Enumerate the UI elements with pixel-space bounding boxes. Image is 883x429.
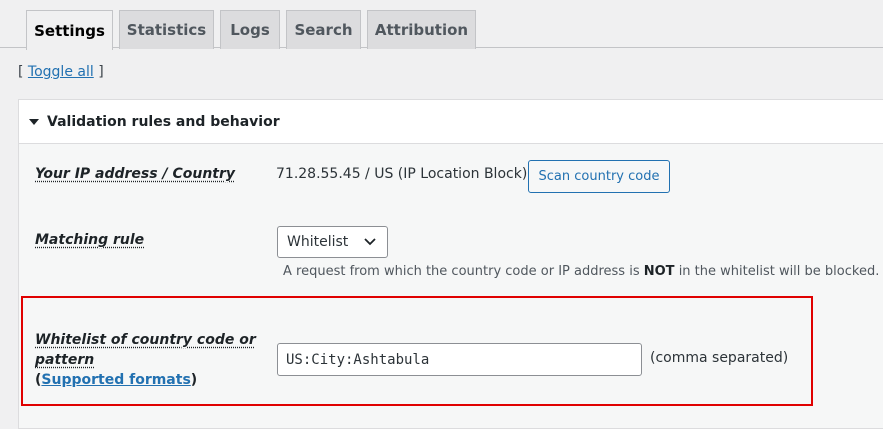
bracket-close: ] xyxy=(98,64,104,80)
tab-bar: Settings Statistics Logs Search Attribut… xyxy=(0,0,883,50)
chevron-down-icon xyxy=(364,238,376,246)
section-title: Validation rules and behavior xyxy=(47,113,280,130)
matching-rule-label: Matching rule xyxy=(35,232,145,248)
whitelist-label-block: Whitelist of country code or pattern (Su… xyxy=(35,330,265,390)
tab-search[interactable]: Search xyxy=(286,10,361,49)
comma-separated-hint: (comma separated) xyxy=(650,350,789,366)
matching-rule-select[interactable]: Whitelist xyxy=(277,226,388,258)
toggle-all-link[interactable]: Toggle all xyxy=(28,64,94,80)
whitelist-label: Whitelist of country code or pattern xyxy=(35,332,256,368)
tab-attribution[interactable]: Attribution xyxy=(367,10,476,49)
desc-before: A request from which the country code or… xyxy=(283,264,640,279)
collapse-triangle-icon xyxy=(29,118,39,125)
section-header[interactable]: Validation rules and behavior xyxy=(19,100,883,144)
paren-close: ) xyxy=(190,372,198,388)
toggle-all-row: [ Toggle all ] xyxy=(18,64,104,80)
desc-strong: NOT xyxy=(643,264,675,279)
matching-rule-selected: Whitelist xyxy=(287,234,349,250)
supported-formats-link[interactable]: Supported formats xyxy=(41,372,190,388)
tab-settings[interactable]: Settings xyxy=(26,10,113,50)
scan-country-code-button[interactable]: Scan country code xyxy=(528,160,670,193)
ip-address-label: Your IP address / Country xyxy=(35,166,236,182)
matching-rule-description: A request from which the country code or… xyxy=(283,264,879,279)
tab-logs[interactable]: Logs xyxy=(220,10,280,49)
ip-address-value: 71.28.55.45 / US (IP Location Block) xyxy=(276,166,528,182)
tab-statistics[interactable]: Statistics xyxy=(119,10,214,49)
desc-after: in the whitelist will be blocked. xyxy=(678,264,880,279)
whitelist-input[interactable] xyxy=(277,343,642,376)
bracket-open: [ xyxy=(18,64,24,80)
